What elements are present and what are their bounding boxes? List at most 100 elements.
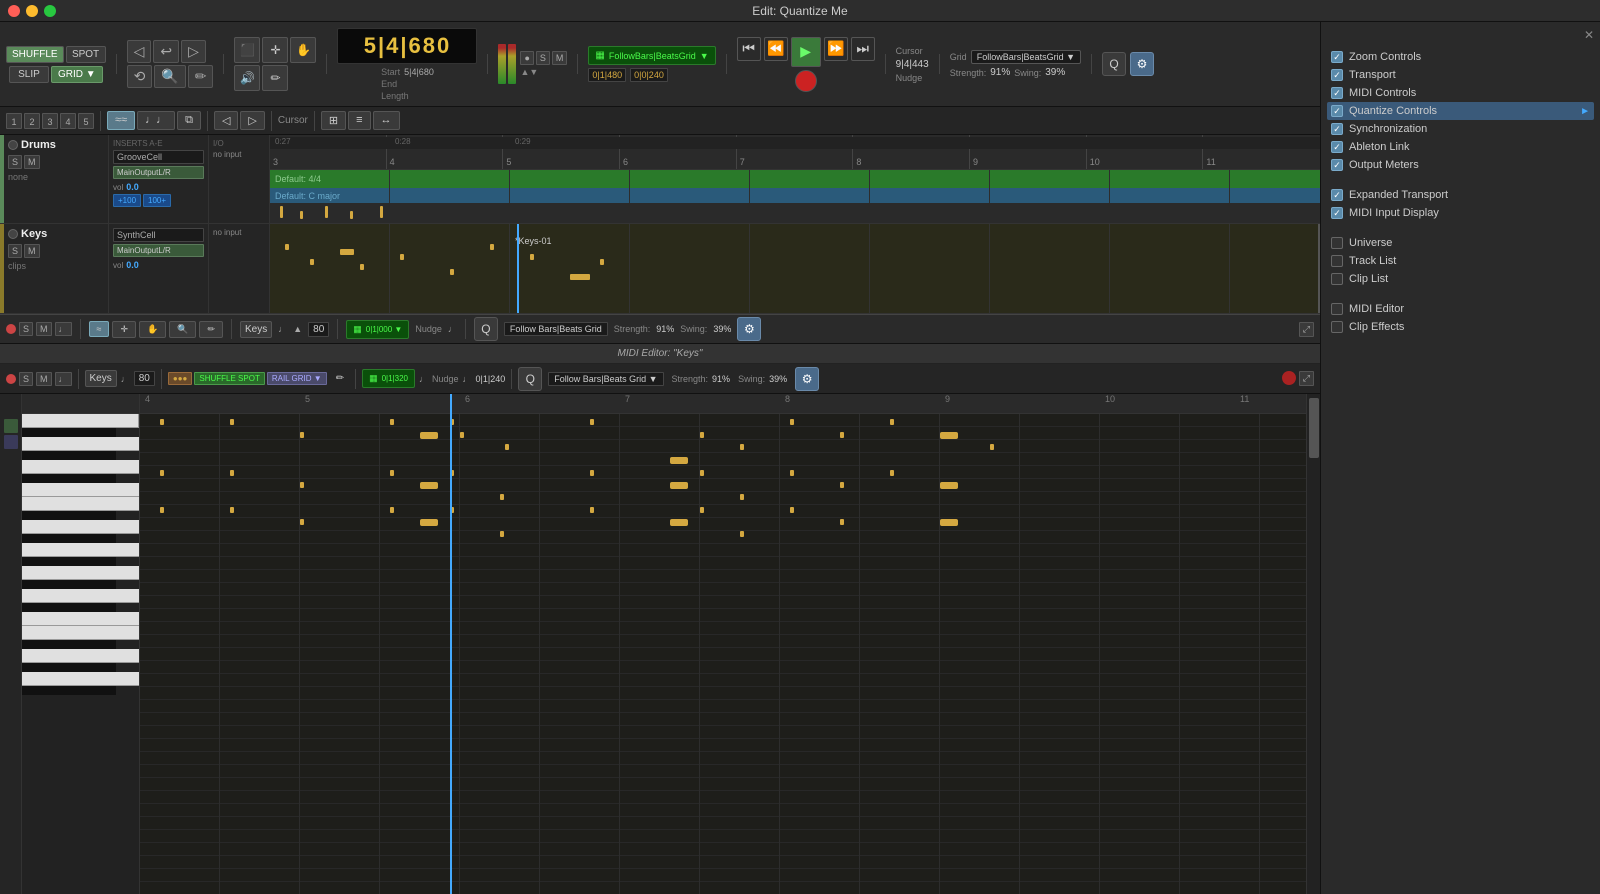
track-list-checkbox[interactable]	[1331, 255, 1343, 267]
q-button[interactable]: Q	[1102, 52, 1126, 76]
lower-rec-dot[interactable]	[6, 374, 16, 384]
midi-bpm-value[interactable]: 80	[308, 322, 329, 337]
nav-left-button[interactable]: ◁	[127, 40, 152, 63]
quantize-controls-checkbox[interactable]	[1331, 105, 1343, 117]
piano-key-eb3[interactable]	[22, 640, 116, 649]
clip-effects-checkbox[interactable]	[1331, 321, 1343, 333]
midi-q-button[interactable]: Q	[474, 317, 498, 341]
drums-output[interactable]: MainOutputL/R	[113, 166, 204, 179]
zoom-in-button[interactable]: ▷	[240, 111, 264, 130]
panel-expanded-transport[interactable]: Expanded Transport	[1327, 186, 1594, 204]
pan-left[interactable]: +100	[113, 194, 141, 207]
keys-solo[interactable]: M	[24, 244, 40, 258]
keys-power[interactable]	[8, 229, 18, 239]
nav-right-button[interactable]: ▷	[181, 40, 206, 63]
lower-q-button[interactable]: Q	[518, 367, 542, 391]
shuffle-button[interactable]: SHUFFLE	[6, 46, 64, 63]
piano-key-e4[interactable]	[22, 497, 139, 511]
grid-display[interactable]: ▦ FollowBars|BeatsGrid ▼	[588, 46, 715, 65]
panel-zoom-controls[interactable]: Zoom Controls	[1327, 48, 1594, 66]
piano-key-db4[interactable]	[22, 534, 116, 543]
gear-button[interactable]: ⚙	[1130, 52, 1154, 76]
spot-button[interactable]: SPOT	[66, 46, 106, 63]
go-to-end-button[interactable]: ⏭	[851, 37, 875, 61]
rec-in-button[interactable]: M	[552, 51, 568, 65]
synth-cell-plugin[interactable]: SynthCell	[113, 228, 204, 242]
midi-expand-button[interactable]: ⤢	[1299, 322, 1314, 337]
lower-instrument-selector[interactable]: Keys	[85, 370, 117, 387]
loop-button[interactable]: ⟲	[127, 65, 153, 88]
auto-scroll-button[interactable]: ↔	[373, 111, 400, 130]
piano-key-ab3[interactable]	[22, 589, 139, 603]
play-button[interactable]: ▶	[791, 37, 821, 67]
panel-output-meters[interactable]: Output Meters	[1327, 156, 1594, 174]
lower-m-btn[interactable]: M	[36, 372, 52, 386]
snap-button[interactable]: ⊞	[321, 111, 346, 130]
rewind-transport-button[interactable]: ⏪	[764, 37, 788, 61]
midi-s-btn[interactable]: S	[19, 322, 33, 336]
panel-quantize-controls[interactable]: Quantize Controls ►	[1327, 102, 1594, 120]
ableton-link-checkbox[interactable]	[1331, 141, 1343, 153]
lower-pencil-tool[interactable]: ✏	[331, 371, 349, 386]
panel-synchronization[interactable]: Synchronization	[1327, 120, 1594, 138]
right-scrollbar-thumb[interactable]	[1309, 398, 1319, 458]
midi-editor-checkbox[interactable]	[1331, 303, 1343, 315]
maximize-button[interactable]	[44, 5, 56, 17]
lower-grid-display[interactable]: ▦ 0|1|320	[362, 369, 415, 388]
piano-key-ab4[interactable]	[22, 451, 116, 460]
universe-checkbox[interactable]	[1331, 237, 1343, 249]
midi-pencil-btn[interactable]: ✏	[199, 321, 223, 338]
panel-transport[interactable]: Transport	[1327, 66, 1594, 84]
lower-loop-indicator[interactable]: SHUFFLE SPOT	[194, 372, 264, 385]
drums-mute[interactable]: S	[8, 155, 22, 169]
midi-note-btn[interactable]: ♩	[55, 322, 72, 336]
window-controls[interactable]	[8, 5, 56, 17]
number-1[interactable]: 1	[6, 113, 22, 129]
piano-key-a4[interactable]	[22, 437, 139, 451]
panel-clip-effects[interactable]: Clip Effects	[1327, 318, 1594, 336]
piano-o-btn[interactable]	[4, 435, 18, 449]
zoom-button[interactable]: 🔍	[154, 65, 185, 88]
minimize-button[interactable]	[26, 5, 38, 17]
right-scrollbar[interactable]	[1306, 394, 1320, 894]
piano-key-b2[interactable]	[22, 686, 116, 695]
number-5[interactable]: 5	[78, 113, 94, 129]
note-view-button[interactable]: ♩♩	[137, 111, 175, 130]
tool-button[interactable]: ✏	[188, 65, 214, 88]
piano-key-eb4[interactable]	[22, 511, 116, 520]
return-to-zero-button[interactable]: ⏮	[737, 37, 761, 61]
midi-controls-checkbox[interactable]	[1331, 87, 1343, 99]
piano-key-c5[interactable]	[22, 414, 139, 428]
pencil-tool[interactable]: ✏	[262, 65, 288, 91]
piano-key-b4[interactable]	[22, 428, 116, 437]
pan-right[interactable]: 100+	[143, 194, 171, 207]
panel-universe[interactable]: Universe	[1327, 234, 1594, 252]
lower-bpm-value[interactable]: 80	[134, 371, 155, 386]
lower-gear-button[interactable]: ⚙	[795, 367, 819, 391]
panel-midi-input-display[interactable]: MIDI Input Display	[1327, 204, 1594, 222]
keys-output[interactable]: MainOutputL/R	[113, 244, 204, 257]
transport-checkbox[interactable]	[1331, 69, 1343, 81]
piano-key-a3[interactable]	[22, 580, 116, 589]
number-4[interactable]: 4	[60, 113, 76, 129]
lower-s-btn[interactable]: S	[19, 372, 33, 386]
lower-grid-follow[interactable]: Follow Bars|Beats Grid ▼	[548, 372, 663, 386]
piano-key-f3[interactable]	[22, 612, 139, 626]
waveform-view-button[interactable]: ≈≈	[107, 111, 135, 130]
zoom-out-button[interactable]: ◁	[214, 111, 238, 130]
grid-snap-button[interactable]: ≡	[348, 111, 370, 130]
piano-key-d3[interactable]	[22, 649, 139, 663]
output-meters-checkbox[interactable]	[1331, 159, 1343, 171]
instrument-selector[interactable]: Keys	[240, 321, 272, 338]
piano-key-g4[interactable]	[22, 460, 139, 474]
lower-rec-button[interactable]	[1282, 371, 1296, 385]
panel-midi-controls[interactable]: MIDI Controls	[1327, 84, 1594, 102]
fast-forward-button[interactable]: ⏩	[824, 37, 848, 61]
panel-midi-editor[interactable]: MIDI Editor	[1327, 300, 1594, 318]
lower-note-btn[interactable]: ♩	[55, 372, 72, 386]
speaker-tool[interactable]: 🔊	[234, 65, 260, 91]
panel-ableton-link[interactable]: Ableton Link	[1327, 138, 1594, 156]
midi-tool-1[interactable]: ≈	[89, 321, 110, 337]
grab-tool[interactable]: ✋	[290, 37, 316, 63]
number-3[interactable]: 3	[42, 113, 58, 129]
